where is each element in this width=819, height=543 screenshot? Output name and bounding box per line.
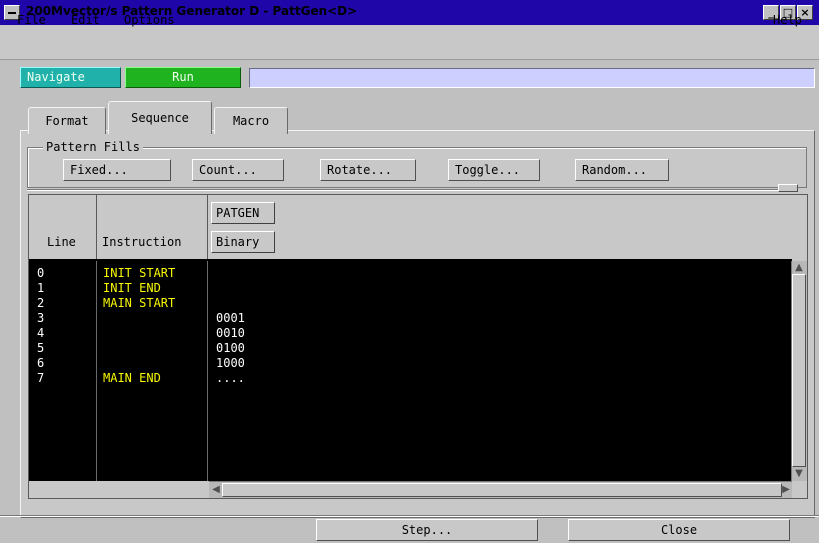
scroll-left-arrow-icon[interactable]: ◀ <box>210 484 222 496</box>
menu-file[interactable]: File <box>17 13 46 27</box>
row-line-number[interactable]: 6 <box>37 356 44 371</box>
row-line-number[interactable]: 7 <box>37 371 44 386</box>
row-pattern[interactable] <box>216 266 245 281</box>
column-header-line: Line <box>47 235 76 249</box>
column-divider <box>207 261 208 481</box>
row-pattern[interactable]: .... <box>216 371 245 386</box>
scroll-up-arrow-icon[interactable]: ▲ <box>793 262 805 274</box>
splitter-grip[interactable] <box>778 184 798 192</box>
navigate-button[interactable]: Navigate <box>20 67 121 88</box>
row-instruction[interactable] <box>103 341 175 356</box>
close-button[interactable]: Close <box>568 519 790 541</box>
column-divider <box>96 195 97 261</box>
patgen-label-button[interactable]: PATGEN <box>211 202 275 224</box>
row-instruction[interactable]: INIT END <box>103 281 175 296</box>
pattern-column: 0001 0010 0100 1000.... <box>216 266 245 386</box>
row-instruction[interactable]: INIT START <box>103 266 175 281</box>
column-divider <box>207 195 208 261</box>
tab-format[interactable]: Format <box>28 107 106 134</box>
bottom-separator <box>0 515 819 517</box>
tab-sequence[interactable]: Sequence <box>108 101 212 134</box>
row-instruction[interactable] <box>103 356 175 371</box>
menu-bar <box>0 25 819 60</box>
row-instruction[interactable] <box>103 311 175 326</box>
row-line-number[interactable]: 2 <box>37 296 44 311</box>
pane-splitter <box>27 189 795 191</box>
tab-macro[interactable]: Macro <box>214 107 288 134</box>
row-line-number[interactable]: 0 <box>37 266 44 281</box>
step-button[interactable]: Step... <box>316 519 538 541</box>
row-line-number[interactable]: 5 <box>37 341 44 356</box>
row-line-number[interactable]: 3 <box>37 311 44 326</box>
vertical-scroll-thumb[interactable] <box>792 274 806 467</box>
row-pattern[interactable]: 0001 <box>216 311 245 326</box>
row-instruction[interactable]: MAIN END <box>103 371 175 386</box>
binary-format-button[interactable]: Binary <box>211 231 275 253</box>
run-button[interactable]: Run <box>125 67 241 88</box>
fixed-button[interactable]: Fixed... <box>63 159 171 181</box>
menu-edit[interactable]: Edit <box>71 13 100 27</box>
row-instruction[interactable]: MAIN START <box>103 296 175 311</box>
row-pattern[interactable]: 0100 <box>216 341 245 356</box>
count-button[interactable]: Count... <box>192 159 284 181</box>
row-pattern[interactable]: 1000 <box>216 356 245 371</box>
random-button[interactable]: Random... <box>575 159 669 181</box>
row-pattern[interactable] <box>216 296 245 311</box>
row-pattern[interactable] <box>216 281 245 296</box>
row-pattern[interactable]: 0010 <box>216 326 245 341</box>
menu-help[interactable]: Help <box>773 13 802 27</box>
scroll-right-arrow-icon[interactable]: ▶ <box>780 484 792 496</box>
status-field <box>249 68 815 88</box>
rotate-button[interactable]: Rotate... <box>320 159 416 181</box>
line-number-column: 01234567 <box>37 266 44 386</box>
instruction-column: INIT START INIT END MAIN START MAIN END <box>103 266 175 386</box>
row-instruction[interactable] <box>103 326 175 341</box>
menu-options[interactable]: Options <box>124 13 175 27</box>
row-line-number[interactable]: 1 <box>37 281 44 296</box>
horizontal-scroll-thumb[interactable] <box>222 483 782 497</box>
row-line-number[interactable]: 4 <box>37 326 44 341</box>
pattern-fills-label: Pattern Fills <box>43 140 143 154</box>
column-header-instruction: Instruction <box>102 235 182 249</box>
scroll-down-arrow-icon[interactable]: ▼ <box>793 468 805 480</box>
column-divider <box>96 261 97 481</box>
toggle-button[interactable]: Toggle... <box>448 159 540 181</box>
